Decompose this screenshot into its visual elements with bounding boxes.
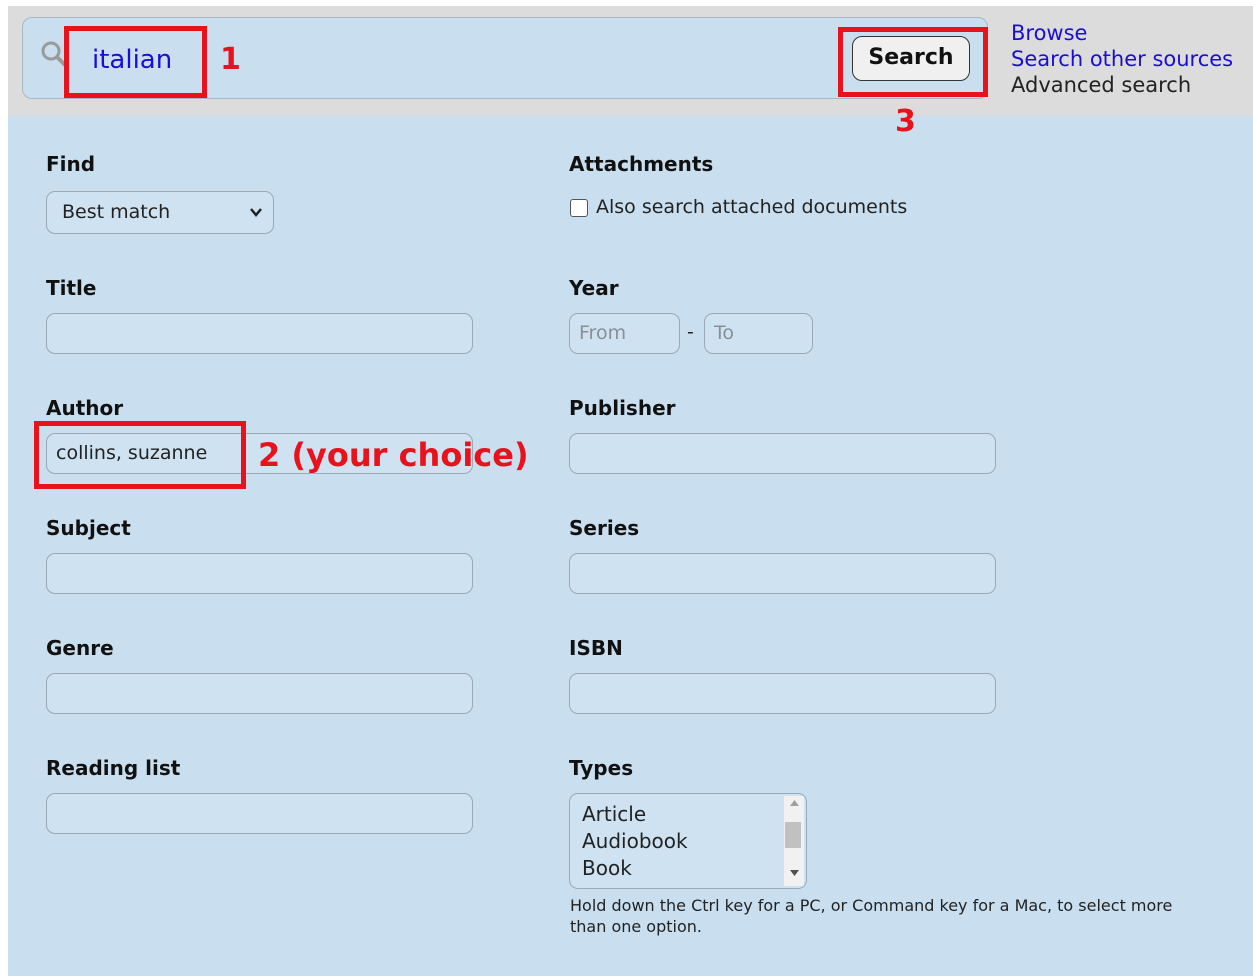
- find-select-value: Best match: [62, 201, 171, 223]
- scroll-down-icon[interactable]: [790, 870, 799, 876]
- annotation-box-1: [64, 26, 207, 98]
- year-label: Year: [569, 276, 619, 300]
- genre-input[interactable]: [46, 673, 473, 714]
- types-scroll-thumb[interactable]: [785, 822, 801, 848]
- title-input[interactable]: [46, 313, 473, 354]
- search-other-sources-link[interactable]: Search other sources: [1011, 46, 1233, 72]
- find-select[interactable]: Best match: [46, 191, 274, 234]
- browse-link[interactable]: Browse: [1011, 20, 1233, 46]
- types-hint: Hold down the Ctrl key for a PC, or Comm…: [570, 896, 1173, 936]
- title-label: Title: [46, 276, 97, 300]
- types-option[interactable]: Book: [582, 856, 632, 880]
- year-separator: -: [687, 321, 694, 343]
- annotation-box-2: [34, 421, 246, 489]
- chevron-down-icon: [250, 208, 262, 217]
- attachments-label: Attachments: [569, 152, 714, 176]
- isbn-label: ISBN: [569, 636, 623, 660]
- author-label: Author: [46, 396, 124, 420]
- annotation-label-2: 2 (your choice): [258, 436, 529, 474]
- attachments-checkbox-label[interactable]: Also search attached documents: [596, 196, 907, 218]
- types-option[interactable]: Audiobook: [582, 829, 688, 853]
- advanced-search-label: Advanced search: [1011, 73, 1192, 97]
- subject-input[interactable]: [46, 553, 473, 594]
- top-links: Browse Search other sources Advanced sea…: [1011, 20, 1233, 98]
- isbn-input[interactable]: [569, 673, 996, 714]
- reading-list-label: Reading list: [46, 756, 181, 780]
- find-label: Find: [46, 152, 96, 176]
- annotation-label-1: 1: [220, 42, 241, 77]
- subject-label: Subject: [46, 516, 131, 540]
- types-listbox[interactable]: Article Audiobook Book: [569, 793, 807, 889]
- attachments-checkbox[interactable]: [570, 199, 588, 217]
- scroll-up-icon[interactable]: [790, 800, 799, 806]
- publisher-input[interactable]: [569, 433, 996, 474]
- reading-list-input[interactable]: [46, 793, 473, 834]
- year-to-input[interactable]: To: [704, 313, 813, 354]
- publisher-label: Publisher: [569, 396, 676, 420]
- annotation-box-3: [838, 27, 988, 97]
- series-label: Series: [569, 516, 640, 540]
- year-from-input[interactable]: From: [569, 313, 680, 354]
- annotation-label-3: 3: [895, 104, 916, 139]
- series-input[interactable]: [569, 553, 996, 594]
- genre-label: Genre: [46, 636, 114, 660]
- types-option[interactable]: Article: [582, 802, 646, 826]
- types-label: Types: [569, 756, 634, 780]
